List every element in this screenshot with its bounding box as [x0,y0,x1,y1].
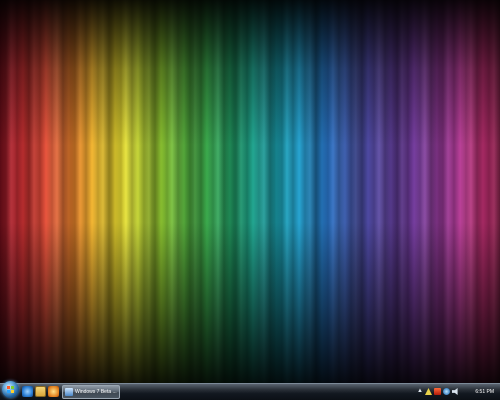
desktop-wallpaper[interactable] [0,0,500,383]
flag-icon[interactable] [434,388,441,395]
system-tray: ▲ 6:51 PM [415,384,500,400]
action-center-icon[interactable] [425,388,432,395]
folder-explorer-icon[interactable] [35,386,46,397]
taskbar-window-label: Windows 7 Beta ... [75,389,117,395]
taskbar-window-button[interactable]: Windows 7 Beta ... [62,385,120,399]
network-icon[interactable] [443,388,450,395]
start-button[interactable] [2,381,19,398]
window-icon [65,388,73,396]
taskbar: Windows 7 Beta ... ▲ 6:51 PM [0,381,500,400]
media-player-icon[interactable] [48,386,59,397]
show-hidden-icons-chevron-icon[interactable]: ▲ [417,387,423,395]
volume-icon[interactable] [452,388,458,395]
windows-logo-icon [7,386,14,393]
system-clock[interactable]: 6:51 PM [475,386,494,398]
internet-explorer-icon[interactable] [22,386,33,397]
